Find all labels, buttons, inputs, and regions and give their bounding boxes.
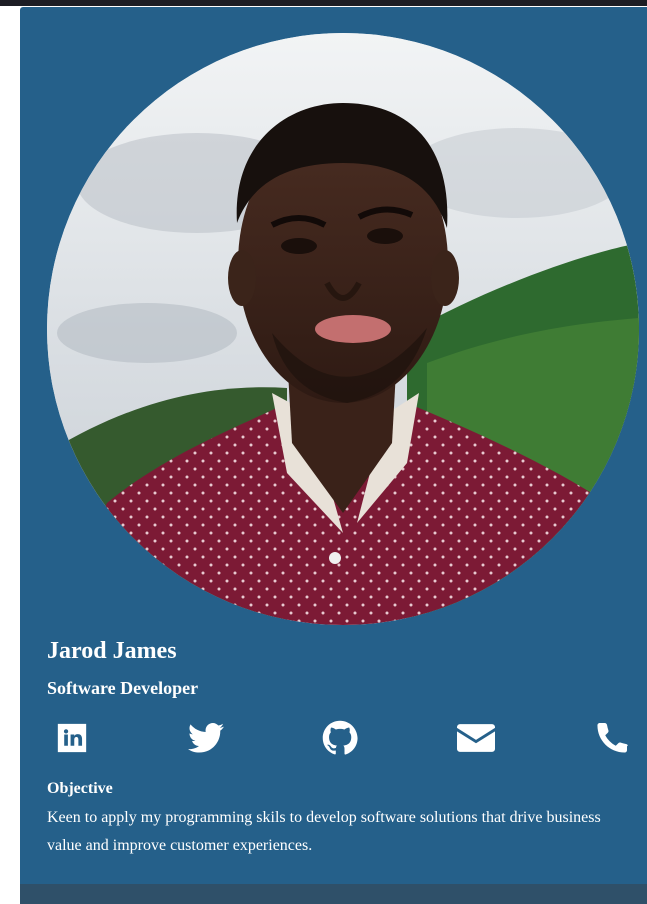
- github-icon: [322, 720, 358, 761]
- profile-title: Software Developer: [47, 678, 199, 698]
- profile-card: Jarod James Software Developer Objective…: [20, 7, 647, 904]
- social-links: [20, 720, 647, 760]
- objective-heading: Objective: [47, 780, 113, 797]
- linkedin-icon: [55, 721, 89, 760]
- twitter-link[interactable]: [186, 720, 226, 760]
- twitter-icon: [188, 722, 224, 759]
- github-link[interactable]: [320, 720, 360, 760]
- linkedin-link[interactable]: [52, 720, 92, 760]
- email-link[interactable]: [456, 720, 496, 760]
- objective-text: Keen to apply my programming skils to de…: [47, 809, 601, 854]
- phone-icon: [594, 720, 630, 761]
- top-bar: [0, 0, 647, 6]
- phone-link[interactable]: [592, 720, 632, 760]
- profile-name: Jarod James: [47, 638, 177, 664]
- profile-photo: [47, 33, 639, 625]
- section-divider: [20, 884, 647, 904]
- mail-icon: [457, 723, 495, 757]
